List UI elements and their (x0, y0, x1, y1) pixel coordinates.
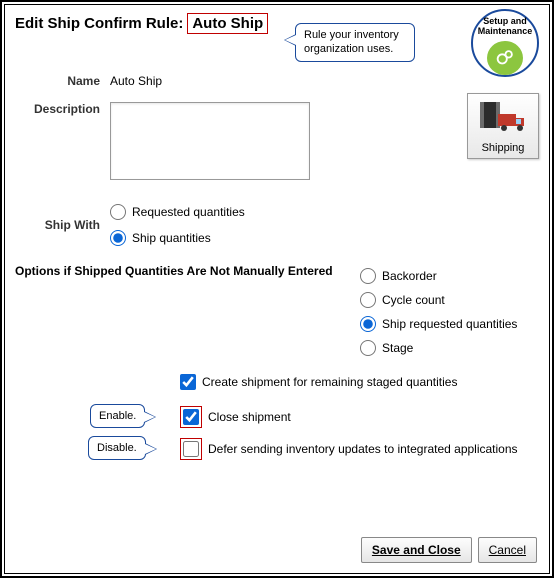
checkbox-close-shipment-label: Close shipment (208, 410, 291, 424)
checkbox-defer-updates[interactable] (183, 441, 199, 457)
highlight-defer-updates (180, 438, 202, 460)
save-and-close-button[interactable]: Save and Close (361, 537, 472, 563)
radio-stage[interactable] (360, 340, 376, 356)
checkbox-defer-updates-label: Defer sending inventory updates to integ… (208, 442, 518, 456)
setup-maintenance-label: Setup and Maintenance (473, 17, 537, 37)
radio-requested-label: Requested quantities (132, 205, 245, 219)
radio-ship-requested-label: Ship requested quantities (382, 317, 517, 331)
radio-cycle-label: Cycle count (382, 293, 445, 307)
truck-icon (478, 100, 528, 138)
callout-disable: Disable. (88, 436, 146, 460)
description-label: Description (15, 102, 110, 116)
name-label: Name (15, 74, 110, 88)
shipping-label: Shipping (470, 142, 536, 154)
name-value: Auto Ship (110, 74, 162, 88)
radio-ship-requested[interactable] (360, 316, 376, 332)
radio-ship-quantities[interactable] (110, 230, 126, 246)
callout-rule-usage: Rule your inventory organization uses. (295, 23, 415, 62)
radio-cycle-count[interactable] (360, 292, 376, 308)
radio-requested-quantities[interactable] (110, 204, 126, 220)
radio-backorder-label: Backorder (382, 269, 437, 283)
radio-backorder[interactable] (360, 268, 376, 284)
callout-disable-text: Disable. (97, 442, 137, 454)
page-title-prefix: Edit Ship Confirm Rule: (15, 15, 183, 32)
shipping-tile[interactable]: Shipping (467, 93, 539, 159)
radio-ship-label: Ship quantities (132, 231, 211, 245)
gears-icon (487, 41, 523, 75)
callout-enable-text: Enable. (99, 410, 136, 422)
setup-maintenance-badge[interactable]: Setup and Maintenance (471, 9, 539, 77)
highlight-close-shipment (180, 406, 202, 428)
description-textarea[interactable] (110, 102, 310, 180)
ship-with-label: Ship With (15, 218, 110, 232)
checkbox-close-shipment[interactable] (183, 409, 199, 425)
checkbox-create-remaining-label: Create shipment for remaining staged qua… (202, 375, 457, 389)
checkbox-create-remaining[interactable] (180, 374, 196, 390)
callout-enable: Enable. (90, 404, 145, 428)
callout-rule-usage-text: Rule your inventory organization uses. (304, 29, 399, 55)
radio-stage-label: Stage (382, 341, 413, 355)
cancel-button[interactable]: Cancel (478, 537, 537, 563)
page-title-rule-name: Auto Ship (187, 13, 268, 34)
